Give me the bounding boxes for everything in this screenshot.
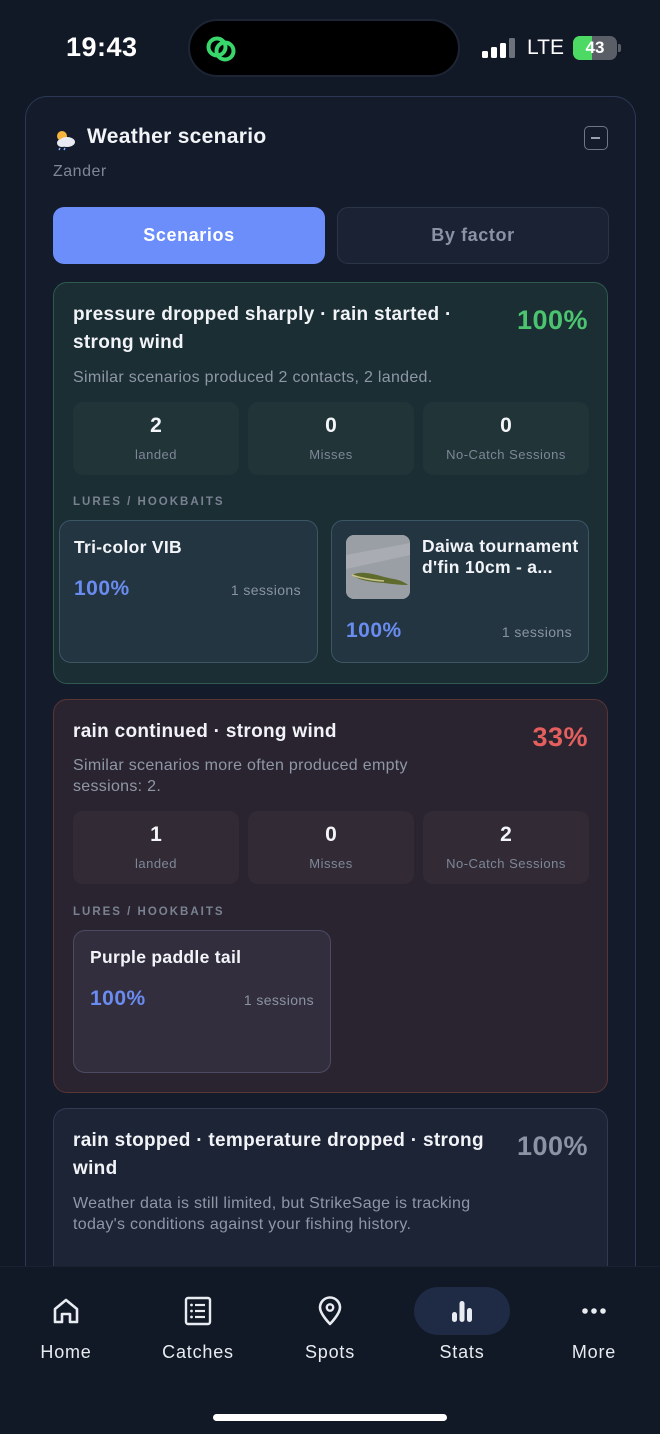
lure-percent: 100%: [90, 987, 146, 1010]
stat-label: landed: [134, 856, 178, 871]
lure-card[interactable]: Daiwa tournament d'fin 10cm - a... 100% …: [331, 520, 589, 663]
dynamic-island: [188, 19, 460, 77]
stat-misses: 0 Misses: [248, 402, 414, 475]
lure-name: Daiwa tournament d'fin 10cm - a...: [422, 536, 579, 577]
list-icon: [184, 1296, 212, 1326]
battery-icon: 43: [573, 36, 621, 60]
scenario-title: pressure dropped sharply · rain started …: [73, 304, 452, 353]
view-tabs: Scenarios By factor: [53, 207, 609, 264]
species-subtitle: Zander: [53, 163, 107, 180]
lure-card[interactable]: Purple paddle tail 100% 1 sessions: [73, 930, 331, 1073]
stat-label: Misses: [309, 447, 353, 462]
stat-no-catch: 2 No-Catch Sessions: [423, 811, 589, 884]
more-dots-icon: [582, 1308, 606, 1314]
scenario-card[interactable]: pressure dropped sharply · rain started …: [53, 282, 608, 684]
tab-scenarios[interactable]: Scenarios: [53, 207, 325, 264]
stat-misses: 0 Misses: [248, 811, 414, 884]
weather-scenario-panel: Weather scenario Zander Scenarios By fac…: [25, 96, 636, 1296]
scenario-percent: 100%: [516, 305, 588, 335]
scenario-description: Similar scenarios more often produced em…: [73, 757, 408, 795]
nav-label: More: [571, 1342, 617, 1362]
nav-item-stats[interactable]: Stats: [396, 1267, 528, 1377]
stat-value: 0: [325, 414, 337, 437]
scenario-percent: 100%: [516, 1131, 588, 1161]
scenario-percent: 33%: [532, 722, 588, 752]
scenario-description: Similar scenarios produced 2 contacts, 2…: [73, 369, 433, 386]
stat-label: No-Catch Sessions: [446, 856, 566, 871]
status-bar: 19:43 LTE 43: [0, 0, 660, 96]
scenario-title: rain continued · strong wind: [73, 721, 337, 742]
stat-label: No-Catch Sessions: [446, 447, 566, 462]
home-icon: [53, 1298, 79, 1324]
signal-icon: [482, 38, 515, 58]
scenario-card[interactable]: rain continued · strong wind 33% Similar…: [53, 699, 608, 1093]
nav-label: Catches: [162, 1342, 234, 1362]
nav-item-catches[interactable]: Catches: [132, 1267, 264, 1377]
stat-label: Misses: [309, 856, 353, 871]
battery-level: 43: [585, 38, 605, 57]
lure-percent: 100%: [74, 577, 130, 600]
lure-photo: [346, 535, 410, 599]
tab-by-factor[interactable]: By factor: [337, 207, 609, 264]
status-time: 19:43: [66, 32, 138, 62]
stat-value: 0: [500, 414, 512, 437]
nav-label: Home: [40, 1342, 92, 1362]
nav-label: Spots: [304, 1342, 356, 1362]
stat-landed: 2 landed: [73, 402, 239, 475]
scenario-stats: 1 landed 0 Misses 2 No-Catch Sessions: [73, 811, 589, 884]
nav-item-home[interactable]: Home: [0, 1267, 132, 1377]
panel-title: Weather scenario: [87, 125, 267, 148]
scenario-stats: 2 landed 0 Misses 0 No-Catch Sessions: [73, 402, 589, 475]
lure-sessions: 1 sessions: [501, 624, 572, 640]
lure-name: Purple paddle tail: [90, 947, 242, 967]
stat-value: 1: [150, 823, 162, 846]
link-icon: [206, 36, 236, 62]
stat-label: landed: [134, 447, 178, 462]
lure-sessions: 1 sessions: [243, 992, 314, 1008]
stat-landed: 1 landed: [73, 811, 239, 884]
stat-value: 2: [500, 823, 512, 846]
scenario-description: Weather data is still limited, but Strik…: [73, 1195, 471, 1233]
map-pin-icon: [318, 1296, 342, 1326]
lures-section-label: LURES / HOOKBAITS: [73, 496, 225, 508]
collapse-button[interactable]: [584, 126, 608, 150]
partly-cloudy-icon: [57, 131, 75, 151]
scenario-title: rain stopped · temperature dropped · str…: [73, 1130, 484, 1179]
lure-sessions: 1 sessions: [230, 582, 301, 598]
stat-value: 2: [150, 414, 162, 437]
nav-label: Stats: [439, 1342, 485, 1362]
bar-chart-icon: [452, 1301, 472, 1322]
lure-name: Tri-color VIB: [74, 537, 182, 557]
nav-item-spots[interactable]: Spots: [264, 1267, 396, 1377]
lure-card[interactable]: Tri-color VIB 100% 1 sessions: [59, 520, 318, 663]
panel-header: Weather scenario Zander: [53, 123, 609, 183]
stat-value: 0: [325, 823, 337, 846]
bottom-nav: Home Catches Spots Stats More: [0, 1266, 660, 1434]
nav-item-more[interactable]: More: [528, 1267, 660, 1377]
network-type: LTE: [527, 36, 564, 59]
lure-percent: 100%: [346, 619, 402, 642]
lures-section-label: LURES / HOOKBAITS: [73, 906, 225, 918]
stat-no-catch: 0 No-Catch Sessions: [423, 402, 589, 475]
home-indicator[interactable]: [213, 1414, 447, 1421]
